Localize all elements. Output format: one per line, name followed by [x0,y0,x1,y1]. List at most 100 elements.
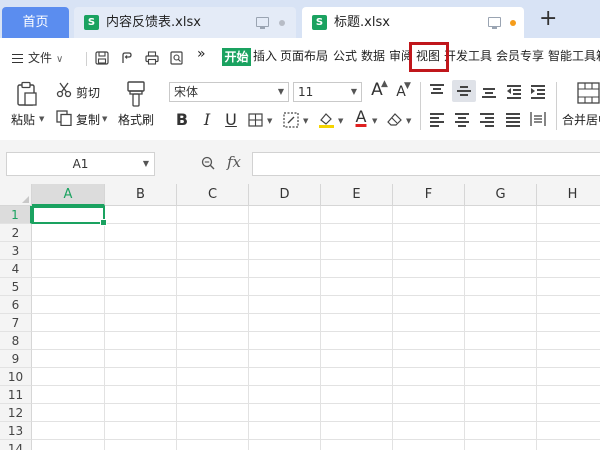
cell-f14[interactable] [393,440,465,450]
cell-b3[interactable] [105,242,177,260]
cell-e5[interactable] [321,278,393,296]
copy-dropdown-arrow[interactable]: ▼ [102,115,107,123]
cell-g2[interactable] [465,224,537,242]
cell-c5[interactable] [177,278,249,296]
cell-a1[interactable] [32,206,105,224]
cell-c2[interactable] [177,224,249,242]
row-header-7[interactable]: 7 [0,314,32,332]
menu-member-exclusive[interactable]: 会员专享 [496,49,544,64]
cell-b13[interactable] [105,422,177,440]
menu-data[interactable]: 数据 [361,49,385,64]
row-header-9[interactable]: 9 [0,350,32,368]
menu-page-layout[interactable]: 页面布局 [280,49,328,64]
copy-button[interactable]: 复制 [76,111,100,128]
cell-f9[interactable] [393,350,465,368]
cell-d11[interactable] [249,386,321,404]
cell-e12[interactable] [321,404,393,422]
cell-e14[interactable] [321,440,393,450]
cell-f6[interactable] [393,296,465,314]
cell-h13[interactable] [537,422,600,440]
cell-a9[interactable] [32,350,105,368]
scissors-icon[interactable] [56,82,72,98]
zoom-search-icon[interactable] [201,156,215,170]
cell-b10[interactable] [105,368,177,386]
cell-e1[interactable] [321,206,393,224]
cell-g7[interactable] [465,314,537,332]
cell-c4[interactable] [177,260,249,278]
merge-cells-icon[interactable] [577,82,600,104]
cell-e2[interactable] [321,224,393,242]
cell-b11[interactable] [105,386,177,404]
borders-dropdown-arrow[interactable]: ▼ [267,117,272,125]
fill-color-dropdown-arrow[interactable]: ▼ [338,117,343,125]
cell-c6[interactable] [177,296,249,314]
cell-d5[interactable] [249,278,321,296]
cell-a5[interactable] [32,278,105,296]
column-header-c[interactable]: C [177,184,249,206]
cell-d13[interactable] [249,422,321,440]
cell-g11[interactable] [465,386,537,404]
unsaved-indicator-dot[interactable] [510,20,516,26]
cell-a7[interactable] [32,314,105,332]
borders-icon[interactable] [248,113,263,127]
bold-button[interactable]: B [173,111,191,129]
cell-g10[interactable] [465,368,537,386]
row-header-1[interactable]: 1 [0,206,32,224]
distributed-align-icon[interactable] [530,111,546,127]
align-left-icon[interactable] [430,112,444,127]
cell-g6[interactable] [465,296,537,314]
font-name-select[interactable]: 宋体 ▼ [169,82,289,102]
cell-e11[interactable] [321,386,393,404]
cell-d12[interactable] [249,404,321,422]
row-header-6[interactable]: 6 [0,296,32,314]
row-header-14[interactable]: 14 [0,440,32,450]
name-box[interactable]: A1 ▼ [6,152,155,176]
row-header-8[interactable]: 8 [0,332,32,350]
row-header-2[interactable]: 2 [0,224,32,242]
cell-d7[interactable] [249,314,321,332]
fill-pattern-dropdown-arrow[interactable]: ▼ [303,117,308,125]
cell-g12[interactable] [465,404,537,422]
cell-e3[interactable] [321,242,393,260]
cell-d8[interactable] [249,332,321,350]
cell-h11[interactable] [537,386,600,404]
menu-home[interactable]: 开始 [222,48,251,66]
menu-insert[interactable]: 插入 [253,49,277,64]
column-header-b[interactable]: B [105,184,177,206]
cell-e4[interactable] [321,260,393,278]
row-header-13[interactable]: 13 [0,422,32,440]
cell-d6[interactable] [249,296,321,314]
cell-c3[interactable] [177,242,249,260]
cell-h5[interactable] [537,278,600,296]
cell-d2[interactable] [249,224,321,242]
column-header-d[interactable]: D [249,184,321,206]
cell-g5[interactable] [465,278,537,296]
home-tab[interactable]: 首页 [2,7,69,38]
font-color-button[interactable]: A [352,108,370,126]
formula-input[interactable] [252,152,600,176]
cell-b8[interactable] [105,332,177,350]
export-icon[interactable] [120,51,134,65]
increase-indent-icon[interactable] [531,84,545,99]
cell-d9[interactable] [249,350,321,368]
cell-g8[interactable] [465,332,537,350]
menu-formulas[interactable]: 公式 [333,49,357,64]
align-center-icon[interactable] [455,112,469,127]
cell-c7[interactable] [177,314,249,332]
column-header-f[interactable]: F [393,184,465,206]
cell-c11[interactable] [177,386,249,404]
align-right-icon[interactable] [480,112,494,127]
justify-icon[interactable] [506,112,520,127]
cell-a4[interactable] [32,260,105,278]
cell-h7[interactable] [537,314,600,332]
monitor-icon[interactable] [488,17,501,29]
cell-g1[interactable] [465,206,537,224]
cell-a11[interactable] [32,386,105,404]
column-header-h[interactable]: H [537,184,600,206]
cell-h6[interactable] [537,296,600,314]
align-top-icon[interactable] [430,84,444,98]
format-painter-button[interactable]: 格式刷 [118,111,154,128]
cell-h4[interactable] [537,260,600,278]
cell-f5[interactable] [393,278,465,296]
italic-button[interactable]: I [198,111,216,129]
